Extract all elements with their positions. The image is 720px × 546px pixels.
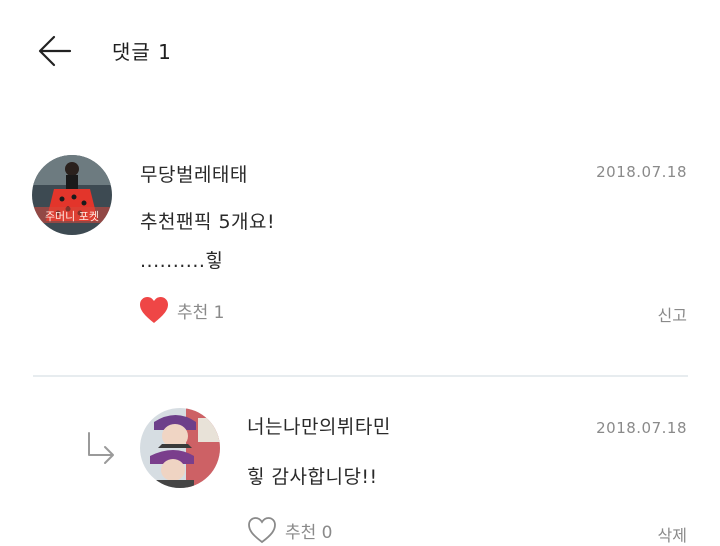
comment-text-line: ..........힣 xyxy=(140,250,224,272)
reply-text: 힣 감사합니당!! xyxy=(247,466,378,488)
avatar-image xyxy=(140,408,220,488)
top-bar: 댓글 1 xyxy=(0,0,720,100)
avatar[interactable] xyxy=(140,408,220,488)
report-button[interactable]: 신고 xyxy=(658,302,687,326)
reply-date: 2018.07.18 xyxy=(596,419,687,437)
comment-author[interactable]: 무당벌레태태 xyxy=(140,160,248,187)
like-button[interactable]: 추천 1 xyxy=(139,296,225,324)
comment-text-line: 추천팬픽 5개요! xyxy=(140,211,276,233)
reply-arrow-icon xyxy=(88,432,114,464)
heart-filled-icon xyxy=(140,297,168,323)
avatar-sign-text: 주머니 포켓 xyxy=(45,210,99,223)
reply-author[interactable]: 너는나만의뷔타민 xyxy=(247,412,391,439)
page-title: 댓글 1 xyxy=(112,40,172,64)
avatar-image: 주머니 포켓 xyxy=(32,155,112,235)
comment-date: 2018.07.18 xyxy=(596,163,687,181)
like-count-label: 추천 1 xyxy=(177,302,225,323)
back-arrow-icon[interactable] xyxy=(38,34,72,68)
avatar[interactable]: 주머니 포켓 xyxy=(32,155,112,235)
delete-button[interactable]: 삭제 xyxy=(658,522,687,546)
like-count-label: 추천 0 xyxy=(285,522,333,543)
divider xyxy=(33,375,688,377)
